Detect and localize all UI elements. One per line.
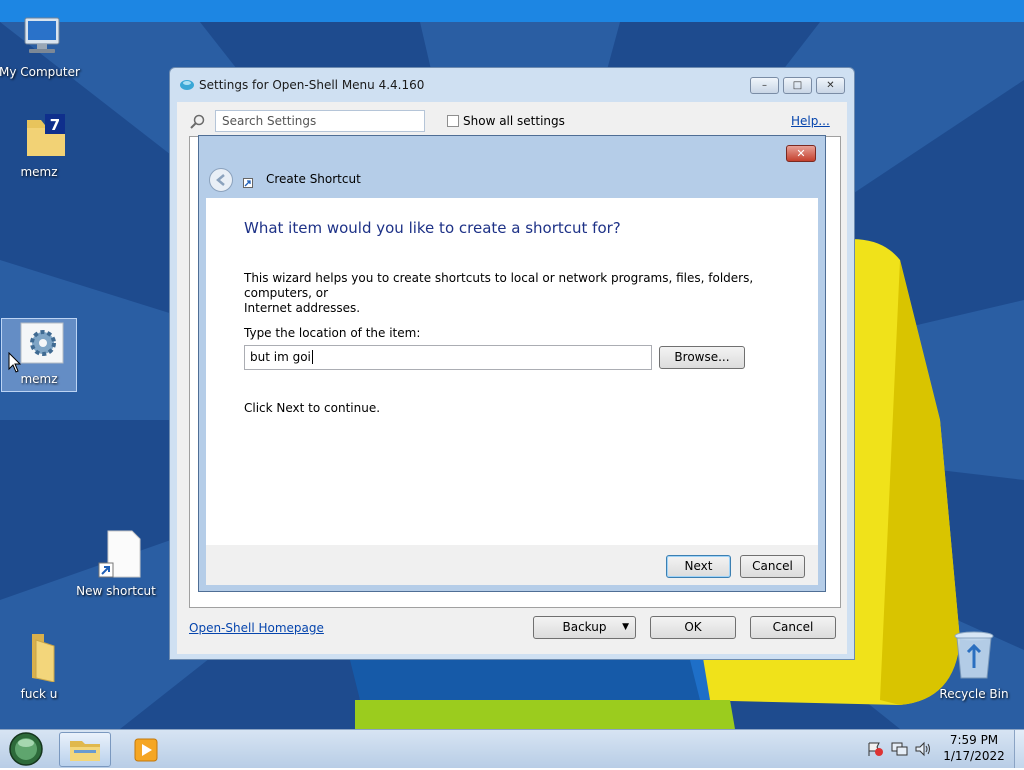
maximize-button[interactable]: □ bbox=[783, 77, 812, 94]
folder-icon bbox=[32, 634, 55, 683]
volume-icon[interactable] bbox=[914, 741, 932, 757]
show-desktop-button[interactable] bbox=[1014, 730, 1024, 768]
show-all-settings-label: Show all settings bbox=[463, 114, 565, 128]
backup-button[interactable]: Backup ▼ bbox=[533, 616, 636, 639]
search-icon bbox=[190, 114, 205, 129]
wizard-cancel-button[interactable]: Cancel bbox=[740, 555, 805, 578]
desktop-icon-label: memz bbox=[20, 165, 58, 179]
taskbar-media-player-button[interactable] bbox=[131, 735, 165, 765]
mouse-cursor-icon bbox=[8, 352, 22, 373]
location-label: Type the location of the item: bbox=[244, 326, 421, 340]
desktop-icon-recycle-bin[interactable]: Recycle Bin bbox=[934, 630, 1014, 701]
back-arrow-icon[interactable] bbox=[208, 167, 234, 193]
action-center-flag-icon[interactable] bbox=[866, 741, 884, 757]
desktop-icon-label: New shortcut bbox=[76, 584, 156, 598]
network-icon[interactable] bbox=[890, 741, 908, 757]
open-shell-icon bbox=[180, 80, 194, 90]
location-input[interactable]: but im goi bbox=[244, 345, 652, 370]
recycle-bin-icon bbox=[954, 631, 994, 679]
minimize-button[interactable]: – bbox=[750, 77, 779, 94]
wizard-footer: Next Cancel bbox=[206, 545, 818, 585]
taskbar: 7:59 PM 1/17/2022 bbox=[0, 729, 1024, 768]
settings-cancel-button[interactable]: Cancel bbox=[750, 616, 836, 639]
wizard-content: What item would you like to create a sho… bbox=[206, 198, 818, 545]
show-all-settings-checkbox[interactable] bbox=[447, 115, 459, 127]
desktop-icon-label: Recycle Bin bbox=[939, 687, 1009, 701]
maximize-icon: □ bbox=[792, 80, 803, 91]
start-orb-icon bbox=[9, 732, 43, 766]
close-button[interactable]: ✕ bbox=[816, 77, 845, 94]
folder-icon bbox=[70, 741, 100, 761]
close-icon: ✕ bbox=[826, 80, 835, 91]
help-link[interactable]: Help... bbox=[791, 114, 830, 128]
wizard-description-line: This wizard helps you to create shortcut… bbox=[244, 271, 754, 300]
taskbar-clock[interactable]: 7:59 PM 1/17/2022 bbox=[938, 733, 1010, 763]
start-button[interactable] bbox=[7, 731, 45, 767]
backup-button-label: Backup bbox=[562, 620, 607, 634]
settings-titlebar[interactable]: Settings for Open-Shell Menu 4.4.160 – □… bbox=[170, 68, 854, 102]
desktop-icon-folder[interactable]: fuck u bbox=[0, 630, 79, 701]
svg-text:7: 7 bbox=[50, 116, 60, 134]
search-input[interactable]: Search Settings bbox=[215, 110, 425, 132]
shortcut-arrow-icon bbox=[243, 178, 253, 188]
taskbar-explorer-button[interactable] bbox=[59, 732, 111, 767]
next-button[interactable]: Next bbox=[666, 555, 731, 578]
close-icon: ✕ bbox=[796, 147, 806, 160]
dropdown-arrow-icon: ▼ bbox=[622, 622, 629, 632]
wizard-close-button[interactable]: ✕ bbox=[786, 145, 816, 162]
ok-button[interactable]: OK bbox=[650, 616, 736, 639]
clock-date: 1/17/2022 bbox=[943, 749, 1005, 763]
browse-button[interactable]: Browse... bbox=[659, 346, 745, 369]
minimize-icon: – bbox=[762, 80, 767, 91]
location-input-value: but im goi bbox=[250, 350, 311, 364]
wizard-heading: What item would you like to create a sho… bbox=[244, 219, 621, 237]
open-shell-homepage-link[interactable]: Open-Shell Homepage bbox=[189, 621, 324, 635]
desktop-icon-label: My Computer bbox=[0, 65, 80, 79]
wizard-description-line: Internet addresses. bbox=[244, 301, 361, 315]
media-player-icon bbox=[134, 738, 158, 762]
desktop-icon-memz-archive[interactable]: 7 memz bbox=[0, 110, 79, 179]
continue-text: Click Next to continue. bbox=[244, 401, 381, 415]
text-caret bbox=[311, 350, 313, 364]
wizard-title: Create Shortcut bbox=[266, 172, 361, 186]
desktop-icon-new-shortcut[interactable]: New shortcut bbox=[76, 529, 156, 598]
7zip-archive-icon: 7 bbox=[27, 114, 65, 156]
desktop-icon-label: memz bbox=[20, 372, 58, 386]
create-shortcut-dialog: ✕ Create Shortcut What item would you li… bbox=[198, 135, 826, 592]
desktop-icon-my-computer[interactable]: My Computer bbox=[0, 14, 80, 79]
computer-icon bbox=[24, 17, 60, 53]
shortcut-file-icon bbox=[98, 530, 141, 578]
settings-window-title: Settings for Open-Shell Menu 4.4.160 bbox=[199, 78, 425, 92]
clock-time: 7:59 PM bbox=[949, 733, 999, 747]
desktop-icon-label: fuck u bbox=[20, 687, 58, 701]
wizard-description: This wizard helps you to create shortcut… bbox=[244, 271, 818, 316]
wizard-header: ✕ Create Shortcut bbox=[199, 136, 825, 198]
